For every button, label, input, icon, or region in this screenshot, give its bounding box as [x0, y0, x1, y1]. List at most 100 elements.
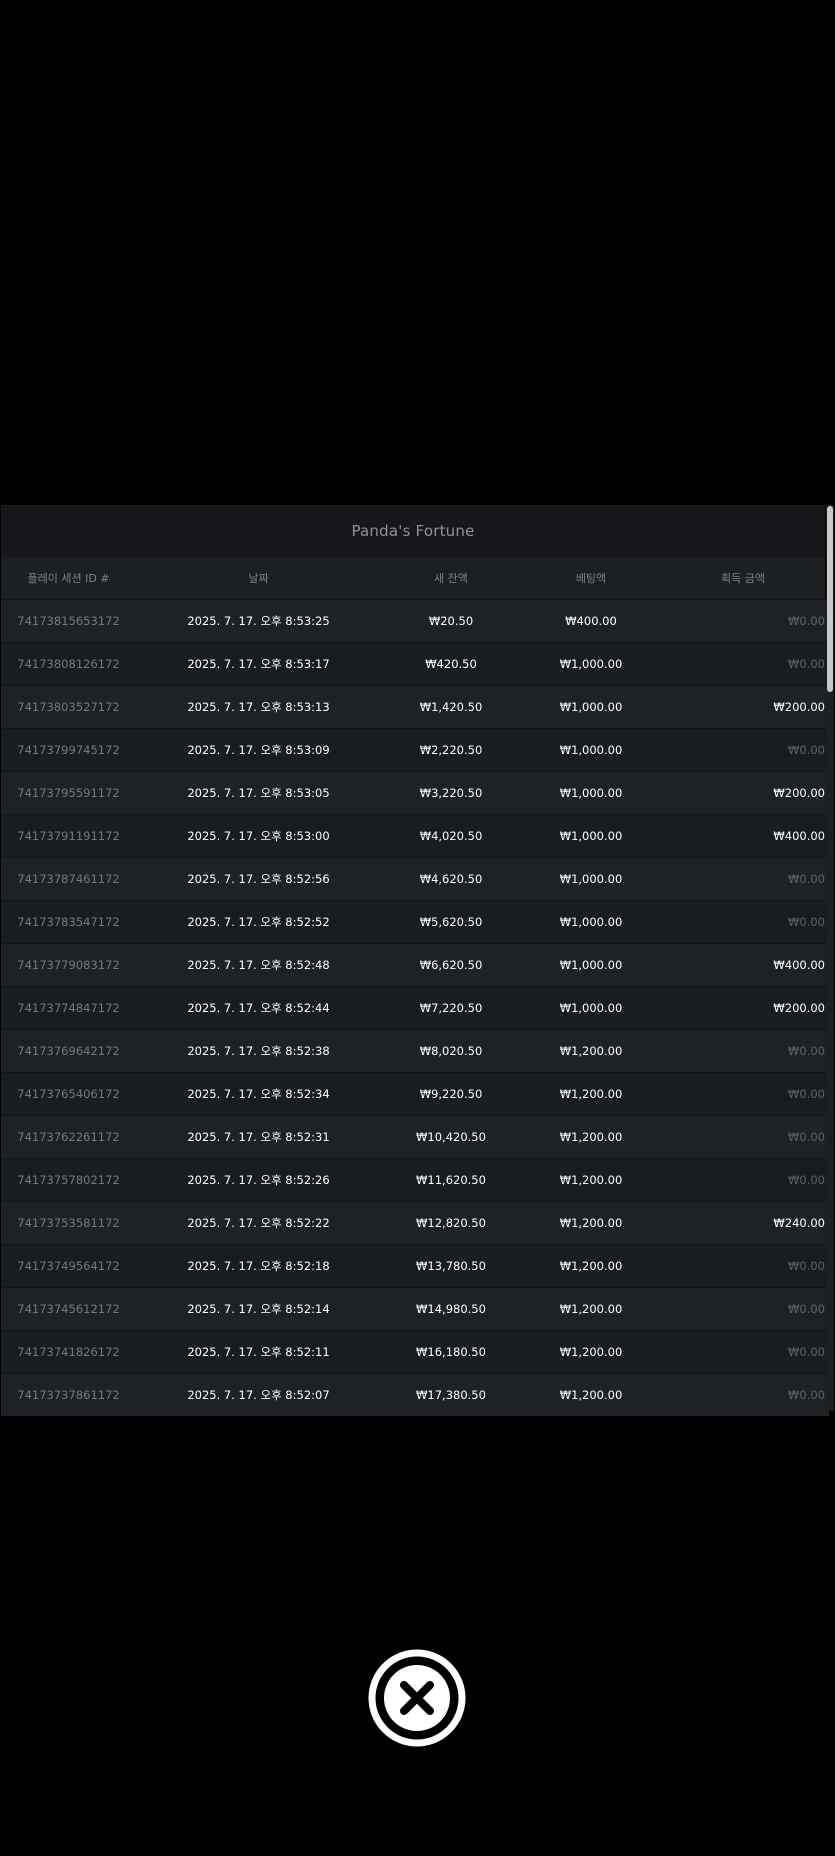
- table-row[interactable]: 74173745612172 2025. 7. 17. 오후 8:52:14 ₩14…: [1, 1287, 829, 1331]
- cell-session-id: 74173783547172: [1, 900, 136, 944]
- cell-new-balance: ₩4,020.50: [381, 814, 521, 858]
- cell-new-balance: ₩2,220.50: [381, 728, 521, 772]
- cell-new-balance: ₩4,620.50: [381, 857, 521, 901]
- header-session-id: 플레이 세션 ID #: [27, 572, 110, 585]
- table-row[interactable]: 74173753581172 2025. 7. 17. 오후 8:52:22 ₩12…: [1, 1201, 829, 1245]
- cell-new-balance: ₩13,780.50: [381, 1244, 521, 1288]
- cell-date: 2025. 7. 17. 오후 8:53:09: [136, 728, 381, 772]
- cell-win-amount: ₩200.00: [661, 771, 829, 815]
- cell-new-balance: ₩3,220.50: [381, 771, 521, 815]
- cell-bet-amount: ₩1,000.00: [521, 900, 661, 944]
- cell-win-amount: ₩0.00: [661, 599, 829, 643]
- cell-date: 2025. 7. 17. 오후 8:53:05: [136, 771, 381, 815]
- close-x-circle-icon: [368, 1649, 466, 1747]
- table-row[interactable]: 74173791191172 2025. 7. 17. 오후 8:53:00 ₩4,…: [1, 814, 829, 858]
- cell-bet-amount: ₩1,200.00: [521, 1373, 661, 1416]
- cell-bet-amount: ₩1,200.00: [521, 1201, 661, 1245]
- table-header-row: 플레이 세션 ID # 날짜 새 잔액 베팅액 획득 금액: [1, 557, 829, 600]
- cell-session-id: 74173774847172: [1, 986, 136, 1030]
- cell-date: 2025. 7. 17. 오후 8:53:25: [136, 599, 381, 643]
- table-row[interactable]: 74173749564172 2025. 7. 17. 오후 8:52:18 ₩13…: [1, 1244, 829, 1288]
- cell-win-amount: ₩0.00: [661, 1115, 829, 1159]
- header-date: 날짜: [248, 572, 269, 585]
- table-row[interactable]: 74173757802172 2025. 7. 17. 오후 8:52:26 ₩11…: [1, 1158, 829, 1202]
- cell-win-amount: ₩0.00: [661, 1072, 829, 1116]
- cell-session-id: 74173765406172: [1, 1072, 136, 1116]
- cell-session-id: 74173737861172: [1, 1373, 136, 1416]
- cell-date: 2025. 7. 17. 오후 8:52:22: [136, 1201, 381, 1245]
- cell-bet-amount: ₩1,000.00: [521, 685, 661, 729]
- cell-date: 2025. 7. 17. 오후 8:53:00: [136, 814, 381, 858]
- cell-session-id: 74173741826172: [1, 1330, 136, 1374]
- cell-bet-amount: ₩1,200.00: [521, 1330, 661, 1374]
- table-row[interactable]: 74173765406172 2025. 7. 17. 오후 8:52:34 ₩9,…: [1, 1072, 829, 1116]
- cell-win-amount: ₩0.00: [661, 1330, 829, 1374]
- history-table: 플레이 세션 ID # 날짜 새 잔액 베팅액 획득 금액 7417381565…: [1, 557, 829, 1416]
- table-row[interactable]: 74173795591172 2025. 7. 17. 오후 8:53:05 ₩3,…: [1, 771, 829, 815]
- cell-win-amount: ₩0.00: [661, 1373, 829, 1416]
- table-row[interactable]: 74173737861172 2025. 7. 17. 오후 8:52:07 ₩17…: [1, 1373, 829, 1416]
- cell-session-id: 74173762261172: [1, 1115, 136, 1159]
- cell-new-balance: ₩12,820.50: [381, 1201, 521, 1245]
- cell-new-balance: ₩8,020.50: [381, 1029, 521, 1073]
- cell-bet-amount: ₩1,200.00: [521, 1029, 661, 1073]
- cell-date: 2025. 7. 17. 오후 8:52:38: [136, 1029, 381, 1073]
- cell-date: 2025. 7. 17. 오후 8:52:56: [136, 857, 381, 901]
- cell-bet-amount: ₩1,200.00: [521, 1115, 661, 1159]
- table-row[interactable]: 74173799745172 2025. 7. 17. 오후 8:53:09 ₩2,…: [1, 728, 829, 772]
- cell-date: 2025. 7. 17. 오후 8:52:52: [136, 900, 381, 944]
- table-row[interactable]: 74173774847172 2025. 7. 17. 오후 8:52:44 ₩7,…: [1, 986, 829, 1030]
- table-row[interactable]: 74173787461172 2025. 7. 17. 오후 8:52:56 ₩4,…: [1, 857, 829, 901]
- cell-session-id: 74173745612172: [1, 1287, 136, 1331]
- cell-session-id: 74173769642172: [1, 1029, 136, 1073]
- cell-new-balance: ₩14,980.50: [381, 1287, 521, 1331]
- cell-session-id: 74173795591172: [1, 771, 136, 815]
- cell-bet-amount: ₩1,000.00: [521, 814, 661, 858]
- dialog-title: Panda's Fortune: [1, 505, 825, 557]
- cell-new-balance: ₩16,180.50: [381, 1330, 521, 1374]
- cell-bet-amount: ₩1,000.00: [521, 642, 661, 686]
- cell-session-id: 74173799745172: [1, 728, 136, 772]
- cell-session-id: 74173779083172: [1, 943, 136, 987]
- cell-new-balance: ₩11,620.50: [381, 1158, 521, 1202]
- table-row[interactable]: 74173808126172 2025. 7. 17. 오후 8:53:17 ₩42…: [1, 642, 829, 686]
- cell-date: 2025. 7. 17. 오후 8:52:31: [136, 1115, 381, 1159]
- table-row[interactable]: 74173769642172 2025. 7. 17. 오후 8:52:38 ₩8,…: [1, 1029, 829, 1073]
- cell-win-amount: ₩0.00: [661, 728, 829, 772]
- cell-session-id: 74173753581172: [1, 1201, 136, 1245]
- cell-win-amount: ₩0.00: [661, 1244, 829, 1288]
- close-button[interactable]: [367, 1648, 467, 1748]
- cell-win-amount: ₩0.00: [661, 857, 829, 901]
- cell-date: 2025. 7. 17. 오후 8:53:13: [136, 685, 381, 729]
- history-table-body: 74173815653172 2025. 7. 17. 오후 8:53:25 ₩20…: [1, 599, 829, 1416]
- cell-win-amount: ₩0.00: [661, 1287, 829, 1331]
- cell-win-amount: ₩0.00: [661, 1158, 829, 1202]
- cell-new-balance: ₩420.50: [381, 642, 521, 686]
- cell-session-id: 74173787461172: [1, 857, 136, 901]
- table-row[interactable]: 74173741826172 2025. 7. 17. 오후 8:52:11 ₩16…: [1, 1330, 829, 1374]
- cell-session-id: 74173757802172: [1, 1158, 136, 1202]
- table-row[interactable]: 74173762261172 2025. 7. 17. 오후 8:52:31 ₩10…: [1, 1115, 829, 1159]
- cell-date: 2025. 7. 17. 오후 8:52:07: [136, 1373, 381, 1416]
- table-row[interactable]: 74173815653172 2025. 7. 17. 오후 8:53:25 ₩20…: [1, 599, 829, 643]
- scrollbar[interactable]: [826, 505, 834, 1411]
- cell-bet-amount: ₩1,200.00: [521, 1158, 661, 1202]
- cell-date: 2025. 7. 17. 오후 8:52:11: [136, 1330, 381, 1374]
- cell-win-amount: ₩200.00: [661, 685, 829, 729]
- cell-date: 2025. 7. 17. 오후 8:52:34: [136, 1072, 381, 1116]
- table-row[interactable]: 74173783547172 2025. 7. 17. 오후 8:52:52 ₩5,…: [1, 900, 829, 944]
- game-history-panel: Panda's Fortune 플레이 세션 ID # 날짜 새 잔액 베팅액 …: [1, 505, 829, 1416]
- cell-win-amount: ₩0.00: [661, 642, 829, 686]
- cell-new-balance: ₩5,620.50: [381, 900, 521, 944]
- header-bet-amount: 베팅액: [575, 572, 607, 585]
- cell-new-balance: ₩10,420.50: [381, 1115, 521, 1159]
- cell-bet-amount: ₩1,200.00: [521, 1244, 661, 1288]
- cell-win-amount: ₩200.00: [661, 986, 829, 1030]
- table-row[interactable]: 74173779083172 2025. 7. 17. 오후 8:52:48 ₩6,…: [1, 943, 829, 987]
- cell-bet-amount: ₩1,000.00: [521, 986, 661, 1030]
- cell-date: 2025. 7. 17. 오후 8:52:26: [136, 1158, 381, 1202]
- table-row[interactable]: 74173803527172 2025. 7. 17. 오후 8:53:13 ₩1,…: [1, 685, 829, 729]
- scrollbar-thumb[interactable]: [827, 506, 833, 692]
- cell-win-amount: ₩400.00: [661, 943, 829, 987]
- cell-date: 2025. 7. 17. 오후 8:52:14: [136, 1287, 381, 1331]
